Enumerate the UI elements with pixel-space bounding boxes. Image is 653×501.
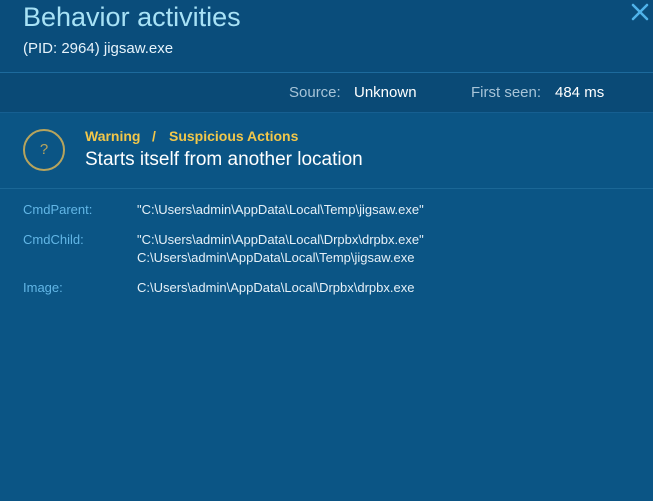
source-label: Source: [289,84,341,101]
cmd-child-label: CmdChild: [23,232,84,247]
cmd-child-value-line-1: "C:\Users\admin\AppData\Local\Drpbx\drpb… [137,232,424,247]
cmd-parent-label: CmdParent: [23,202,93,217]
cmd-child-value-line-2: C:\Users\admin\AppData\Local\Temp\jigsaw… [137,250,415,265]
category-label: Suspicious Actions [169,128,299,144]
warning-title: Starts itself from another location [85,149,363,170]
dialog-title: Behavior activities [23,2,241,32]
process-subtitle: (PID: 2964) jigsaw.exe [23,40,174,57]
dialog-header: Behavior activities (PID: 2964) jigsaw.e… [0,0,653,73]
warning-section: ? Warning / Suspicious Actions Starts it… [0,113,653,189]
breadcrumb-separator: / [152,128,156,144]
question-icon: ? [23,129,65,171]
close-icon[interactable] [626,0,652,26]
cmd-parent-value: "C:\Users\admin\AppData\Local\Temp\jigsa… [137,202,424,217]
image-value: C:\Users\admin\AppData\Local\Drpbx\drpbx… [137,280,415,295]
first-seen-value: 484 ms [555,84,605,101]
source-value: Unknown [354,84,417,101]
meta-bar: Source: Unknown First seen: 484 ms [0,73,653,113]
first-seen-label: First seen: [471,84,542,101]
image-label: Image: [23,280,63,295]
severity-label: Warning [85,128,141,144]
